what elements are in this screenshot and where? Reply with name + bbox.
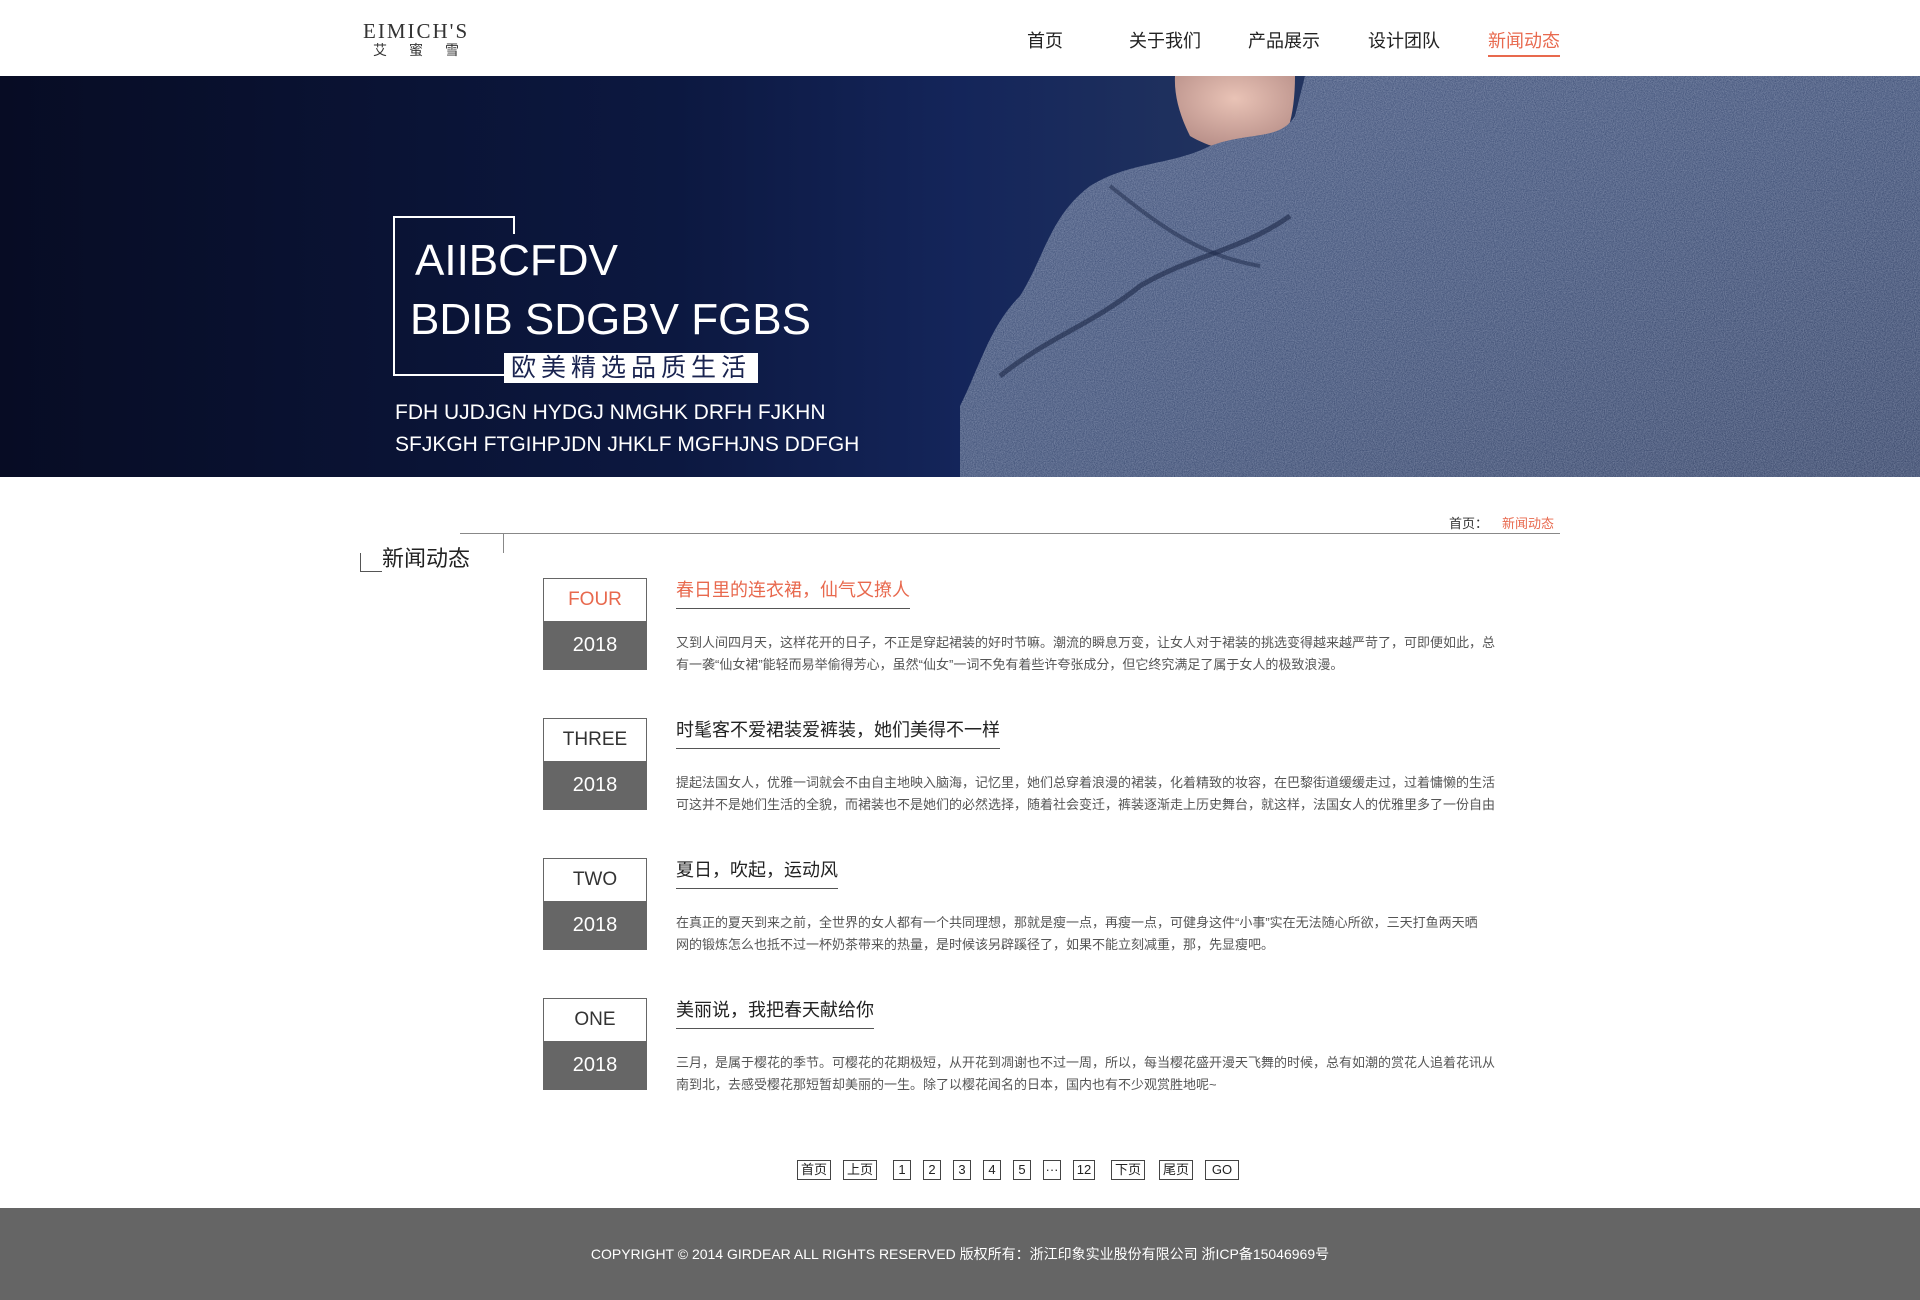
news-item[interactable]: TWO 2018 夏日，吹起，运动风 在真正的夏天到来之前，全世界的女人都有一个…	[543, 856, 1563, 952]
breadcrumb-current[interactable]: 新闻动态	[1502, 513, 1554, 532]
site-header: EIMICH'S 艾蜜雪 首页 关于我们 产品展示 设计团队 新闻动态	[0, 0, 1920, 76]
news-excerpt-line: 三月，是属于樱花的季节。可樱花的花期极短，从开花到凋谢也不过一周，所以，每当樱花…	[676, 1055, 1496, 1070]
section-title: 新闻动态	[382, 546, 471, 571]
date-year: 2018	[544, 901, 646, 949]
page-last-button[interactable]: 尾页	[1159, 1160, 1193, 1180]
news-excerpt-line: 可这并不是她们生活的全貌，而裙装也不是她们的必然选择，随着社会变迁，裤装逐渐走上…	[676, 797, 1496, 812]
page-last-number-button[interactable]: 12	[1073, 1160, 1095, 1180]
news-excerpt-line: 网的锻炼怎么也抵不过一杯奶茶带来的热量，是时候该另辟蹊径了，如果不能立刻减重，那…	[676, 937, 1275, 952]
nav-home[interactable]: 首页	[1027, 27, 1063, 57]
breadcrumb-home[interactable]: 首页：	[1449, 513, 1488, 532]
news-excerpt: 又到人间四月天，这样花开的日子，不正是穿起裙装的好时节嘛。潮流的瞬息万变，让女人…	[676, 632, 1566, 676]
page-number-button[interactable]: 1	[893, 1160, 911, 1180]
banner-tagline: 欧美精选品质生活	[504, 353, 759, 383]
news-excerpt: 提起法国女人，优雅一词就会不由自主地映入脑海，记忆里，她们总穿着浪漫的裙装，化着…	[676, 772, 1566, 816]
date-badge: TWO 2018	[543, 858, 647, 950]
news-item[interactable]: ONE 2018 美丽说，我把春天献给你 三月，是属于樱花的季节。可樱花的花期极…	[543, 996, 1563, 1092]
page-ellipsis: ···	[1043, 1160, 1061, 1180]
date-word: FOUR	[544, 579, 646, 621]
page-number-button[interactable]: 4	[983, 1160, 1001, 1180]
news-title[interactable]: 夏日，吹起，运动风	[676, 856, 838, 889]
banner-title-line2: BDIB SDGBV FGBS	[410, 295, 811, 344]
section-divider	[460, 533, 1560, 534]
banner-title-line1: AIIBCFDV	[415, 236, 618, 285]
logo-chinese: 艾蜜雪	[373, 43, 481, 59]
news-item[interactable]: FOUR 2018 春日里的连衣裙，仙气又撩人 又到人间四月天，这样花开的日子，…	[543, 576, 1563, 672]
site-footer: COPYRIGHT © 2014 GIRDEAR ALL RIGHTS RESE…	[0, 1208, 1920, 1300]
date-word: TWO	[544, 859, 646, 901]
date-word: ONE	[544, 999, 646, 1041]
news-excerpt: 在真正的夏天到来之前，全世界的女人都有一个共同理想，那就是瘦一点，再瘦一点，可健…	[676, 912, 1566, 956]
date-badge: THREE 2018	[543, 718, 647, 810]
news-excerpt-line: 南到北，去感受樱花那短暂却美丽的一生。除了以樱花闻名的日本，国内也有不少观赏胜地…	[676, 1077, 1217, 1092]
footer-copyright: COPYRIGHT © 2014 GIRDEAR ALL RIGHTS RESE…	[590, 1246, 1330, 1262]
page-number-button[interactable]: 3	[953, 1160, 971, 1180]
hero-banner: AIIBCFDV BDIB SDGBV FGBS 欧美精选品质生活 FDH UJ…	[0, 76, 1920, 477]
news-item[interactable]: THREE 2018 时髦客不爱裙装爱裤装，她们美得不一样 提起法国女人，优雅一…	[543, 716, 1563, 812]
date-year: 2018	[544, 1041, 646, 1089]
news-title[interactable]: 春日里的连衣裙，仙气又撩人	[676, 576, 910, 609]
page-next-button[interactable]: 下页	[1111, 1160, 1145, 1180]
news-excerpt-line: 又到人间四月天，这样花开的日子，不正是穿起裙装的好时节嘛。潮流的瞬息万变，让女人…	[676, 635, 1496, 650]
page-number-button[interactable]: 2	[923, 1160, 941, 1180]
section-corner-vertical	[360, 553, 361, 572]
nav-design-team[interactable]: 设计团队	[1368, 27, 1440, 57]
nav-news[interactable]: 新闻动态	[1488, 27, 1560, 57]
page-first-button[interactable]: 首页	[797, 1160, 831, 1180]
nav-about[interactable]: 关于我们	[1129, 27, 1201, 57]
page-prev-button[interactable]: 上页	[843, 1160, 877, 1180]
date-year: 2018	[544, 761, 646, 809]
section-divider-tick	[503, 533, 504, 553]
coat-photo	[960, 76, 1920, 477]
title-frame-corner	[513, 216, 515, 234]
date-word: THREE	[544, 719, 646, 761]
news-excerpt: 三月，是属于樱花的季节。可樱花的花期极短，从开花到凋谢也不过一周，所以，每当樱花…	[676, 1052, 1566, 1096]
banner-subline1: FDH UJDJGN HYDGJ NMGHK DRFH FJKHN	[395, 401, 826, 424]
news-excerpt-line: 提起法国女人，优雅一词就会不由自主地映入脑海，记忆里，她们总穿着浪漫的裙装，化着…	[676, 775, 1496, 790]
news-excerpt-line: 在真正的夏天到来之前，全世界的女人都有一个共同理想，那就是瘦一点，再瘦一点，可健…	[676, 915, 1478, 930]
page-number-button[interactable]: 5	[1013, 1160, 1031, 1180]
news-title[interactable]: 美丽说，我把春天献给你	[676, 996, 874, 1029]
news-title[interactable]: 时髦客不爱裙装爱裤装，她们美得不一样	[676, 716, 1000, 749]
date-year: 2018	[544, 621, 646, 669]
nav-products[interactable]: 产品展示	[1248, 27, 1320, 57]
banner-subline2: SFJKGH FTGIHPJDN JHKLF MGFHJNS DDFGH	[395, 433, 860, 456]
site-logo[interactable]: EIMICH'S 艾蜜雪	[363, 19, 493, 59]
date-badge: FOUR 2018	[543, 578, 647, 670]
news-excerpt-line: 有一袭“仙女裙”能轻而易举偷得芳心，虽然“仙女”一词不免有着些许夸张成分，但它终…	[676, 657, 1344, 672]
page-go-button[interactable]: GO	[1205, 1160, 1239, 1180]
section-corner-horizontal	[360, 571, 382, 572]
date-badge: ONE 2018	[543, 998, 647, 1090]
